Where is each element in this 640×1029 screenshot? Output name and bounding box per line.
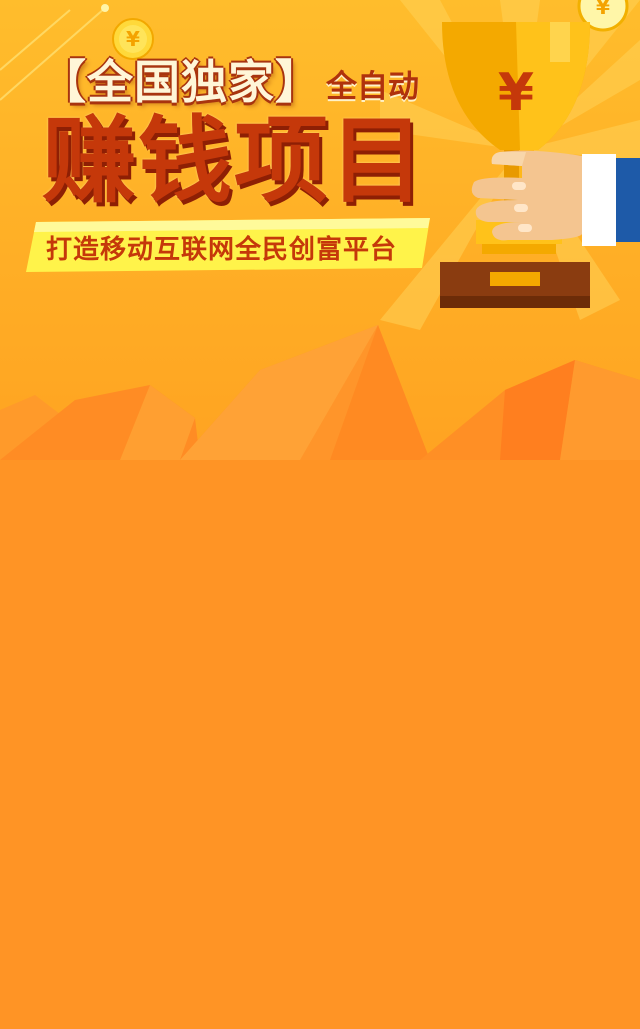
trophy-yen-symbol: ¥ (498, 63, 534, 123)
auto-text: 全自动 (326, 69, 419, 105)
content-area (0, 460, 640, 1029)
hand-icon (471, 150, 640, 246)
bracket-close: 】 (275, 55, 322, 109)
hero-banner: ¥ ¥ 【 全国独家 】 全自动 赚钱项目 打造移动互联网全民创富平台 ¥ (0, 0, 640, 460)
headline-exclusive: 【 全国独家 】 全自动 (40, 52, 419, 112)
exclusive-text: 全国独家 (87, 55, 275, 109)
tagline-text: 打造移动互联网全民创富平台 (46, 235, 398, 265)
bracket-open: 【 (40, 55, 87, 109)
main-title: 赚钱项目 (42, 107, 427, 216)
